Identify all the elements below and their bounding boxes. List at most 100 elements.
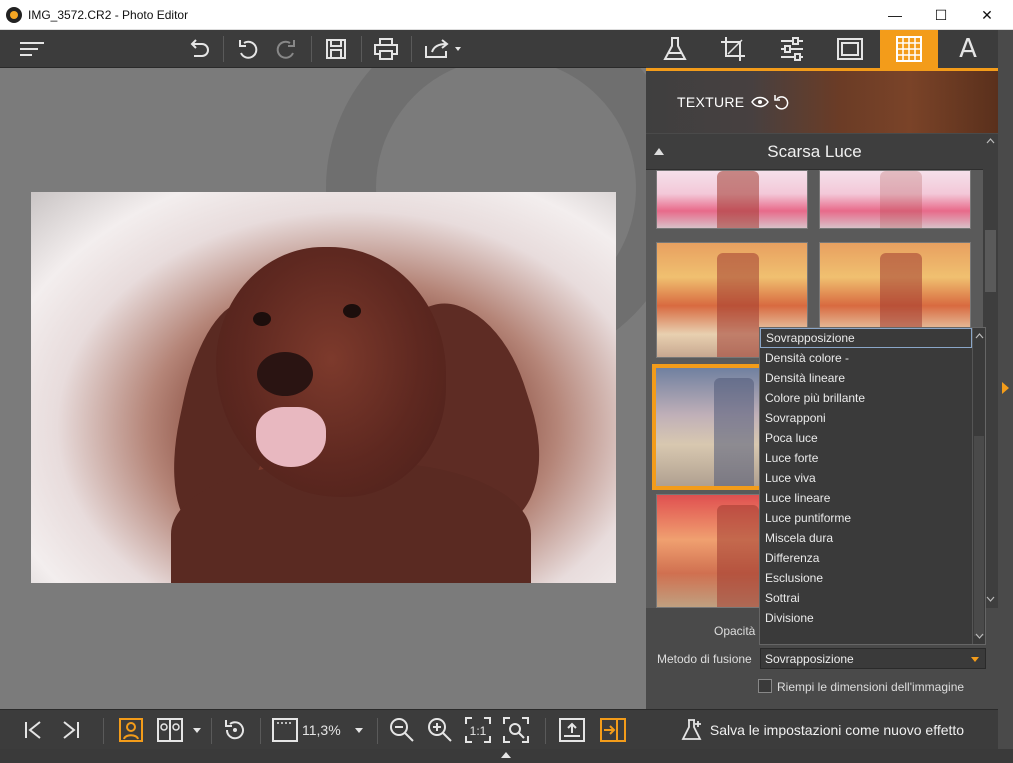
frame-dotted-icon	[272, 718, 298, 742]
share-icon	[425, 39, 461, 58]
texture-thumbnail[interactable]	[656, 170, 808, 229]
crop-icon	[721, 37, 745, 61]
texture-thumbnail[interactable]	[819, 170, 971, 229]
skip-start-icon	[25, 721, 41, 739]
chevron-up-icon	[501, 752, 511, 758]
dropdown-option[interactable]: Densità lineare	[760, 368, 972, 388]
export-button[interactable]	[557, 710, 587, 750]
chevron-down-icon	[355, 728, 363, 733]
zoom-in-button[interactable]	[425, 710, 455, 750]
compare-icon	[157, 718, 201, 742]
blend-mode-dropdown-list: Sovrapposizione Densità colore - Densità…	[759, 327, 986, 645]
app-logo-icon	[6, 6, 22, 23]
main-toolbar	[0, 30, 646, 68]
chevron-down-icon	[971, 657, 979, 662]
rotate-icon	[225, 720, 244, 740]
tab-frame[interactable]	[821, 30, 879, 68]
rotate-button[interactable]	[220, 710, 250, 750]
dropdown-option[interactable]: Sovrapposizione	[760, 328, 972, 348]
save-as-effect-button[interactable]: Salva le impostazioni come nuovo effetto	[646, 709, 998, 749]
dropdown-option[interactable]: Esclusione	[760, 568, 972, 588]
compare-view-button[interactable]	[156, 710, 206, 750]
dropdown-option[interactable]: Miscela dura	[760, 528, 972, 548]
undo-button[interactable]	[232, 30, 264, 68]
undo-icon	[239, 40, 258, 59]
dropdown-option[interactable]: Luce viva	[760, 468, 972, 488]
redo-icon	[276, 40, 295, 59]
frame-icon	[837, 38, 863, 60]
zoom-fit-icon	[503, 717, 529, 743]
eye-icon[interactable]	[751, 96, 770, 108]
tab-texture[interactable]	[880, 30, 938, 68]
undo-all-button[interactable]	[183, 30, 215, 68]
text-icon: A	[959, 34, 977, 64]
dropdown-option[interactable]: Poca luce	[760, 428, 972, 448]
texture-title: TEXTURE	[677, 94, 745, 110]
zoom-dropdown-button[interactable]	[350, 710, 368, 750]
panel-collapse-strip[interactable]	[998, 30, 1013, 749]
panel-tabs: A	[646, 30, 998, 68]
maximize-button[interactable]: ☐	[918, 0, 964, 30]
toggle-panel-button[interactable]	[598, 710, 628, 750]
blend-mode-select[interactable]: Sovrapposizione	[760, 648, 986, 669]
section-header[interactable]: Scarsa Luce	[646, 134, 983, 170]
fill-image-label: Riempi le dimensioni dell'immagine	[777, 680, 965, 694]
blend-mode-label: Metodo di fusione	[657, 652, 752, 666]
menu-icon	[20, 42, 44, 56]
tab-text[interactable]: A	[939, 30, 997, 68]
close-button[interactable]: ✕	[964, 0, 1010, 30]
zoom-frame-button[interactable]	[270, 710, 300, 750]
dropdown-option[interactable]: Luce puntiforme	[760, 508, 972, 528]
save-button[interactable]	[320, 30, 352, 68]
image-canvas[interactable]	[0, 68, 646, 709]
flask-plus-icon	[681, 718, 702, 740]
save-icon	[326, 39, 346, 59]
menu-button[interactable]	[16, 30, 48, 68]
dropdown-option[interactable]: Divisione	[760, 608, 972, 628]
fill-image-checkbox[interactable]	[758, 679, 772, 693]
chevron-right-icon[interactable]	[1002, 382, 1009, 394]
dropdown-option[interactable]: Luce forte	[760, 448, 972, 468]
svg-text:1:1: 1:1	[470, 724, 487, 738]
last-image-button[interactable]	[56, 710, 86, 750]
texture-icon	[896, 36, 922, 62]
reset-icon[interactable]	[773, 94, 789, 110]
sliders-icon	[781, 37, 803, 61]
title-bar: IMG_3572.CR2 - Photo Editor — ☐ ✕	[0, 0, 1013, 30]
share-button[interactable]	[420, 30, 464, 68]
dropdown-option[interactable]: Colore più brillante	[760, 388, 972, 408]
minimize-button[interactable]: —	[872, 0, 918, 30]
upload-icon	[559, 718, 585, 742]
texture-header: TEXTURE	[646, 71, 998, 133]
zoom-in-icon	[428, 718, 452, 742]
tab-effects[interactable]	[646, 30, 704, 68]
zoom-out-icon	[390, 718, 414, 742]
tab-crop[interactable]	[704, 30, 762, 68]
skip-end-icon	[63, 721, 79, 739]
panel-toggle-icon	[600, 718, 626, 742]
dropdown-scrollbar[interactable]	[972, 328, 985, 644]
filmstrip-toggle-bar[interactable]	[0, 749, 1013, 763]
edited-photo	[31, 192, 616, 583]
tab-adjustments[interactable]	[763, 30, 821, 68]
dropdown-option[interactable]: Luce lineare	[760, 488, 972, 508]
person-icon	[119, 718, 143, 742]
first-image-button[interactable]	[18, 710, 48, 750]
undo-all-icon	[190, 39, 209, 57]
actual-size-button[interactable]: 1:1	[463, 710, 493, 750]
zoom-out-button[interactable]	[387, 710, 417, 750]
single-view-button[interactable]	[117, 710, 145, 750]
fit-screen-button[interactable]	[501, 710, 531, 750]
dropdown-option[interactable]: Sovrapponi	[760, 408, 972, 428]
dropdown-option[interactable]: Densità colore -	[760, 348, 972, 368]
redo-button[interactable]	[270, 30, 302, 68]
zoom-value[interactable]: 11,3%	[302, 710, 341, 750]
section-title: Scarsa Luce	[767, 142, 862, 161]
actual-size-icon: 1:1	[465, 717, 491, 743]
print-button[interactable]	[370, 30, 402, 68]
flask-icon	[663, 37, 687, 60]
print-icon	[374, 38, 398, 60]
bottom-toolbar: 11,3% 1:1	[0, 709, 646, 749]
dropdown-option[interactable]: Differenza	[760, 548, 972, 568]
dropdown-option[interactable]: Sottrai	[760, 588, 972, 608]
